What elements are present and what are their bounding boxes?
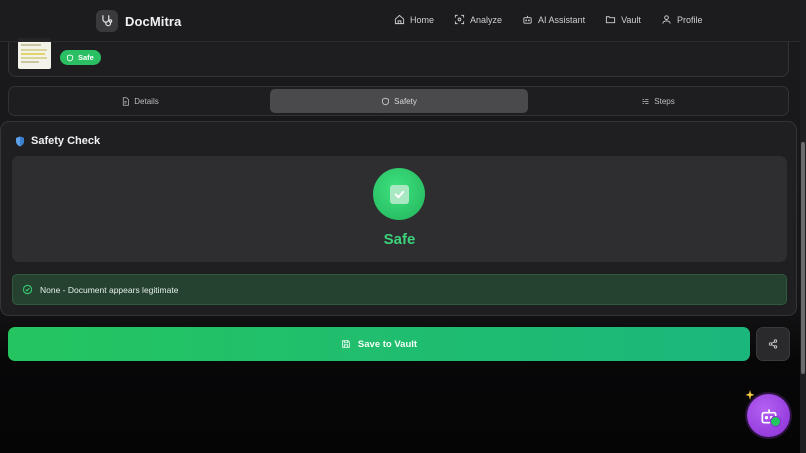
- shield-icon: [66, 54, 74, 61]
- safety-status-box: Safe: [12, 156, 787, 262]
- page-scrollbar[interactable]: [800, 0, 806, 453]
- safety-status-label: Safe: [383, 231, 416, 248]
- tab-safety[interactable]: Safety: [270, 89, 528, 113]
- nav-ai-assistant[interactable]: AI Assistant: [522, 14, 585, 25]
- share-button[interactable]: [756, 327, 790, 361]
- nav-ai-assistant-label: AI Assistant: [538, 14, 586, 25]
- file-icon: [123, 96, 130, 106]
- nav-home-label: Home: [410, 14, 435, 25]
- safety-finding: None - Document appears legitimate: [12, 274, 787, 305]
- tab-steps-label: Steps: [654, 96, 675, 106]
- ai-assistant-fab[interactable]: [747, 394, 790, 437]
- nav-profile-label: Profile: [676, 14, 703, 25]
- check-icon: [389, 184, 409, 204]
- online-indicator: [770, 416, 781, 427]
- tab-steps[interactable]: Steps: [529, 89, 787, 113]
- brand-logo[interactable]: DocMitra: [96, 10, 181, 32]
- nav-vault[interactable]: Vault: [605, 14, 641, 25]
- list-icon: [642, 98, 649, 104]
- save-to-vault-label: Save to Vault: [357, 338, 418, 350]
- safe-status-circle: [373, 168, 425, 220]
- shield-icon: [16, 136, 24, 146]
- stethoscope-icon: [96, 10, 118, 32]
- safety-finding-text: None - Document appears legitimate: [40, 284, 179, 295]
- scrollbar-thumb[interactable]: [801, 142, 805, 374]
- brand-name: DocMitra: [125, 13, 182, 29]
- nav-analyze[interactable]: Analyze: [454, 14, 502, 25]
- save-icon: [342, 340, 350, 348]
- safety-panel: Safety Check Safe None - Document appear…: [0, 121, 797, 316]
- tab-details[interactable]: Details: [11, 89, 269, 113]
- save-to-vault-button[interactable]: Save to Vault: [8, 327, 750, 361]
- document-thumbnail[interactable]: [18, 38, 51, 69]
- share-icon: [768, 339, 778, 349]
- tab-safety-label: Safety: [394, 96, 417, 106]
- safe-status-badge: Safe: [60, 50, 101, 65]
- tab-details-label: Details: [134, 96, 159, 106]
- safe-status-label: Safe: [78, 53, 94, 62]
- user-icon: [662, 15, 671, 24]
- scan-icon: [454, 14, 465, 25]
- robot-icon: [523, 15, 532, 24]
- folder-icon: [605, 16, 616, 24]
- safety-title: Safety Check: [31, 135, 101, 147]
- main-nav: Home Analyze AI Assistant Vault Profile: [394, 14, 702, 25]
- nav-vault-label: Vault: [621, 14, 641, 25]
- analysis-tabs: Details Safety Steps: [8, 86, 789, 116]
- nav-home[interactable]: Home: [394, 14, 434, 25]
- panel-title: Safety Check: [15, 135, 100, 147]
- home-icon: [394, 14, 405, 25]
- check-circle-icon: [22, 284, 33, 295]
- top-navbar: DocMitra Home Analyze AI Assistant Vault…: [0, 0, 806, 42]
- nav-profile[interactable]: Profile: [661, 14, 703, 25]
- shield-icon: [382, 97, 390, 105]
- nav-analyze-label: Analyze: [470, 14, 503, 25]
